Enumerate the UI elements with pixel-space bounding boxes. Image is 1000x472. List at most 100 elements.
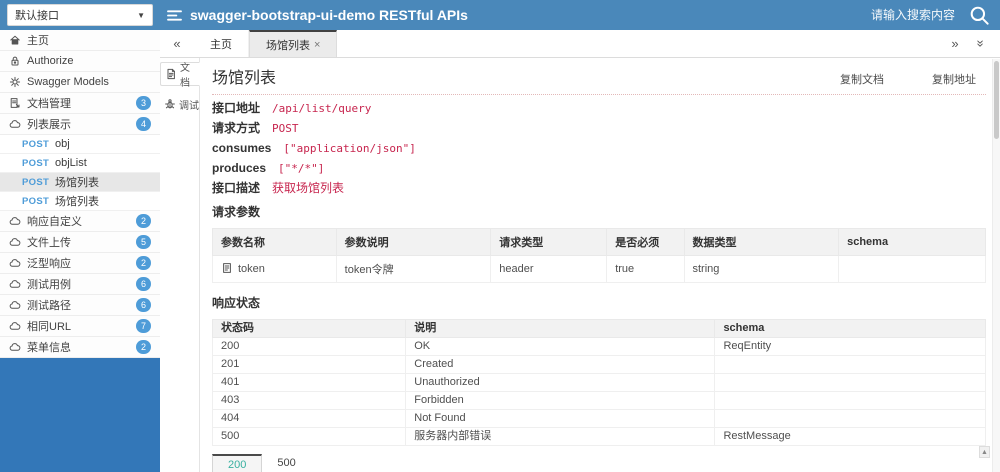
doc-content: 场馆列表 复制文档 复制地址 接口地址/api/list/query请求方式PO…: [200, 58, 1000, 472]
sidebar-item-label: Authorize: [27, 55, 151, 67]
sidebar-item-label: 文档管理: [27, 95, 136, 111]
meta-label: consumes: [212, 141, 271, 155]
dotted-divider: [212, 94, 986, 95]
sidebar-item[interactable]: 测试用例6: [0, 274, 160, 295]
sidebar-item[interactable]: 列表展示4: [0, 114, 160, 135]
status-tab-500[interactable]: 500: [262, 454, 310, 472]
tabs-holder: 主页 场馆列表×: [194, 30, 337, 57]
status-desc: 服务器内部错误: [406, 428, 715, 446]
table-row: 500服务器内部错误RestMessage: [213, 428, 986, 446]
status-code: 403: [213, 392, 406, 410]
status-schema: [715, 356, 986, 374]
search-icon[interactable]: [969, 5, 990, 26]
app-title-text: swagger-bootstrap-ui-demo RESTful APIs: [190, 7, 468, 23]
sidebar-item[interactable]: 菜单信息2: [0, 337, 160, 358]
content-scrollbar: [992, 59, 1000, 472]
status-code: 404: [213, 410, 406, 428]
sidebar-item[interactable]: Swagger Models: [0, 72, 160, 93]
sidebar-item-label: 文件上传: [27, 234, 136, 250]
meta-value: 获取场馆列表: [272, 181, 344, 195]
param-required: true: [607, 256, 684, 283]
status-schema: [715, 374, 986, 392]
status-code: 200: [213, 338, 406, 356]
sidebar-item[interactable]: 测试路径6: [0, 295, 160, 316]
tab-menu-chevron-down-icon[interactable]: »: [974, 33, 989, 55]
sidebar-item[interactable]: 响应自定义2: [0, 211, 160, 232]
status-desc: Not Found: [406, 410, 715, 428]
vtab-label: 调试: [179, 97, 199, 112]
table-header-cell: 说明: [406, 320, 715, 338]
param-doc-icon: [221, 262, 233, 277]
api-group-select[interactable]: 默认接口 ▼: [7, 4, 153, 26]
select-caret-icon: ▼: [137, 11, 145, 20]
api-group-select-value: 默认接口: [15, 7, 59, 23]
sidebar-item[interactable]: 泛型响应2: [0, 253, 160, 274]
param-in: header: [491, 256, 607, 283]
http-method-label: POST: [22, 139, 55, 150]
sidebar-api-item[interactable]: POSTobjList: [0, 154, 160, 173]
sidebar-api-item[interactable]: POST场馆列表: [0, 173, 160, 192]
copy-doc-link[interactable]: 复制文档: [840, 71, 884, 87]
param-type: string: [684, 256, 839, 283]
status-code: 201: [213, 356, 406, 374]
table-header-cell: 是否必须: [607, 229, 684, 256]
count-badge: 2: [136, 256, 151, 270]
table-row: 200OKReqEntity: [213, 338, 986, 356]
sidebar-item-label: 泛型响应: [27, 255, 136, 271]
cloud-icon: [9, 320, 27, 332]
sidebar-api-item[interactable]: POSTobj: [0, 135, 160, 154]
table-header-cell: 请求类型: [491, 229, 607, 256]
sidebar-item[interactable]: 主页: [0, 30, 160, 51]
sidebar-item-label: 相同URL: [27, 318, 136, 334]
scrollbar-thumb[interactable]: [994, 61, 999, 139]
status-code: 500: [213, 428, 406, 446]
vtab-document[interactable]: 文档: [160, 62, 200, 86]
sidebar-item[interactable]: 文档管理3: [0, 93, 160, 114]
copy-url-link[interactable]: 复制地址: [932, 71, 976, 87]
sidebar-item[interactable]: Authorize: [0, 51, 160, 72]
sidebar-item[interactable]: 文件上传5: [0, 232, 160, 253]
param-schema: [839, 256, 986, 283]
sidebar-item-label: Swagger Models: [27, 76, 151, 88]
sidebar-item-label: 列表展示: [27, 116, 136, 132]
status-desc: Forbidden: [406, 392, 715, 410]
expand-tabs-icon[interactable]: »: [944, 36, 966, 51]
status-schema: RestMessage: [715, 428, 986, 446]
bug-icon: [164, 98, 176, 110]
count-badge: 2: [136, 214, 151, 228]
header-right: [805, 5, 1000, 26]
api-item-label: obj: [55, 138, 70, 150]
request-params-title: 请求参数: [212, 203, 986, 220]
tab-close-icon[interactable]: ×: [314, 39, 320, 51]
cloud-icon: [9, 215, 27, 227]
status-desc: OK: [406, 338, 715, 356]
sidebar-item[interactable]: 相同URL7: [0, 316, 160, 337]
http-method-label: POST: [22, 158, 55, 169]
document-tab[interactable]: 场馆列表×: [249, 30, 337, 57]
tab-label: 主页: [210, 36, 232, 52]
gear-icon: [9, 76, 27, 88]
sidebar-api-item[interactable]: POST场馆列表: [0, 192, 160, 211]
meta-label: 请求方式: [212, 121, 260, 135]
api-meta-line: 接口地址/api/list/query: [212, 102, 986, 115]
count-badge: 3: [136, 96, 151, 110]
status-tab-200[interactable]: 200: [212, 454, 262, 472]
collapse-tabs-icon[interactable]: «: [160, 30, 194, 57]
sidebar-item-label: 主页: [27, 32, 151, 48]
cloud-icon: [9, 299, 27, 311]
table-header-cell: 参数名称: [213, 229, 337, 256]
page-title: 场馆列表: [212, 64, 276, 88]
status-desc: Created: [406, 356, 715, 374]
table-row: 201Created: [213, 356, 986, 374]
status-code-tabs: 200500: [212, 454, 986, 472]
home-icon: [9, 34, 27, 46]
cloud-icon: [9, 236, 27, 248]
status-schema: [715, 410, 986, 428]
response-status-title: 响应状态: [212, 294, 986, 311]
document-tab[interactable]: 主页: [194, 30, 249, 57]
vtab-debug[interactable]: 调试: [160, 92, 199, 116]
inner-scrollbar-up-icon[interactable]: ▲: [979, 446, 990, 458]
status-schema: ReqEntity: [715, 338, 986, 356]
api-meta-line: produces["*/*"]: [212, 162, 986, 175]
search-input[interactable]: [805, 8, 955, 22]
